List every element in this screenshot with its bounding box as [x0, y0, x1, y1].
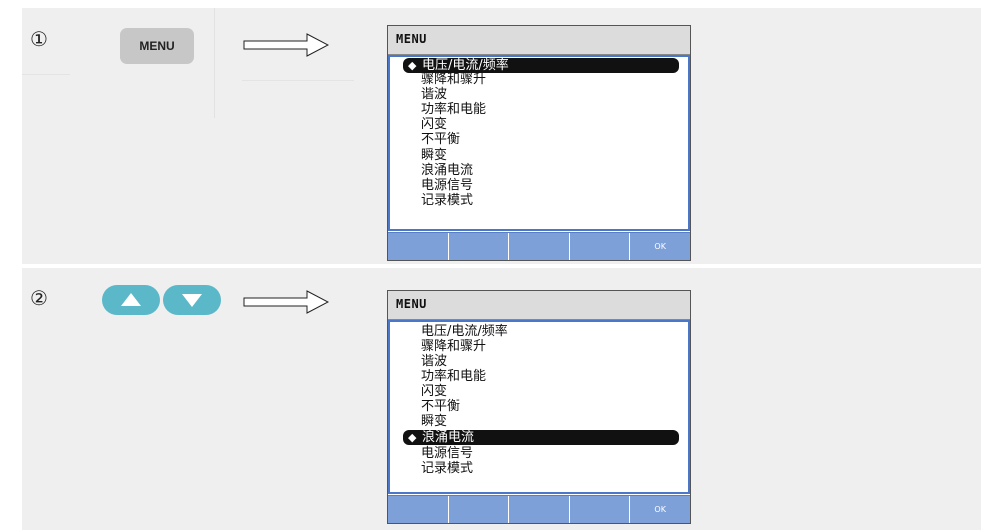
softkey-f1[interactable] [388, 496, 449, 523]
softkey-f3[interactable] [509, 496, 570, 523]
menu-item[interactable]: 功率和电能 [421, 369, 486, 384]
screen-title-bar: MENU [388, 291, 690, 320]
softkey-ok[interactable]: OK [630, 233, 690, 260]
right-arrow-icon [243, 33, 329, 57]
screen-title: MENU [396, 297, 427, 311]
menu-item[interactable]: 闪变 [421, 117, 447, 132]
menu-list: ◆ 电压/电流/频率 骤降和骤升 谐波 功率和电能 闪变 不平衡 瞬变 浪涌电流 … [388, 55, 690, 231]
menu-item-selected[interactable]: ◆ 电压/电流/频率 [403, 58, 679, 73]
step-number-1: ① [30, 27, 48, 51]
menu-button[interactable]: MENU [120, 28, 194, 64]
menu-item-label: 浪涌电流 [422, 430, 475, 445]
menu-list: 电压/电流/频率 骤降和骤升 谐波 功率和电能 闪变 不平衡 瞬变 ◆ 浪涌电流 … [388, 320, 690, 494]
menu-screen-1: MENU ◆ 电压/电流/频率 骤降和骤升 谐波 功率和电能 闪变 不平衡 瞬变 … [387, 25, 691, 261]
step-number-2: ② [30, 286, 48, 310]
up-down-arrow-icon: ◆ [408, 59, 417, 72]
menu-item[interactable]: 浪涌电流 [421, 163, 473, 178]
screen-title: MENU [396, 32, 427, 46]
menu-item[interactable]: 电源信号 [421, 446, 473, 461]
down-arrow-button[interactable] [163, 285, 221, 315]
softkey-f2[interactable] [449, 496, 510, 523]
menu-screen-2: MENU 电压/电流/频率 骤降和骤升 谐波 功率和电能 闪变 不平衡 瞬变 ◆… [387, 290, 691, 524]
softkey-f2[interactable] [449, 233, 510, 260]
menu-item[interactable]: 功率和电能 [421, 102, 486, 117]
menu-item-label: 电压/电流/频率 [422, 58, 509, 73]
menu-item[interactable]: 记录模式 [421, 193, 473, 208]
menu-item[interactable]: 谐波 [421, 354, 447, 369]
menu-item-selected[interactable]: ◆ 浪涌电流 [403, 430, 679, 445]
screen-title-bar: MENU [388, 26, 690, 55]
up-down-arrow-icon: ◆ [408, 431, 417, 444]
softkey-bar: OK [388, 232, 690, 260]
softkey-bar: OK [388, 495, 690, 523]
right-arrow-icon [243, 290, 329, 314]
faint-divider [22, 74, 70, 75]
menu-item[interactable]: 瞬变 [421, 148, 447, 163]
menu-item[interactable]: 电压/电流/频率 [421, 324, 508, 339]
softkey-f4[interactable] [570, 233, 631, 260]
menu-item[interactable]: 谐波 [421, 87, 447, 102]
faint-divider [214, 8, 215, 118]
softkey-f4[interactable] [570, 496, 631, 523]
menu-item[interactable]: 闪变 [421, 384, 447, 399]
softkey-ok[interactable]: OK [630, 496, 690, 523]
menu-item[interactable]: 瞬变 [421, 414, 447, 429]
menu-item[interactable]: 骤降和骤升 [421, 72, 486, 87]
up-arrow-button[interactable] [102, 285, 160, 315]
menu-item[interactable]: 不平衡 [421, 399, 460, 414]
faint-divider [242, 80, 354, 81]
softkey-f3[interactable] [509, 233, 570, 260]
menu-item[interactable]: 记录模式 [421, 461, 473, 476]
menu-item[interactable]: 电源信号 [421, 178, 473, 193]
menu-item[interactable]: 骤降和骤升 [421, 339, 486, 354]
menu-item[interactable]: 不平衡 [421, 132, 460, 147]
softkey-f1[interactable] [388, 233, 449, 260]
